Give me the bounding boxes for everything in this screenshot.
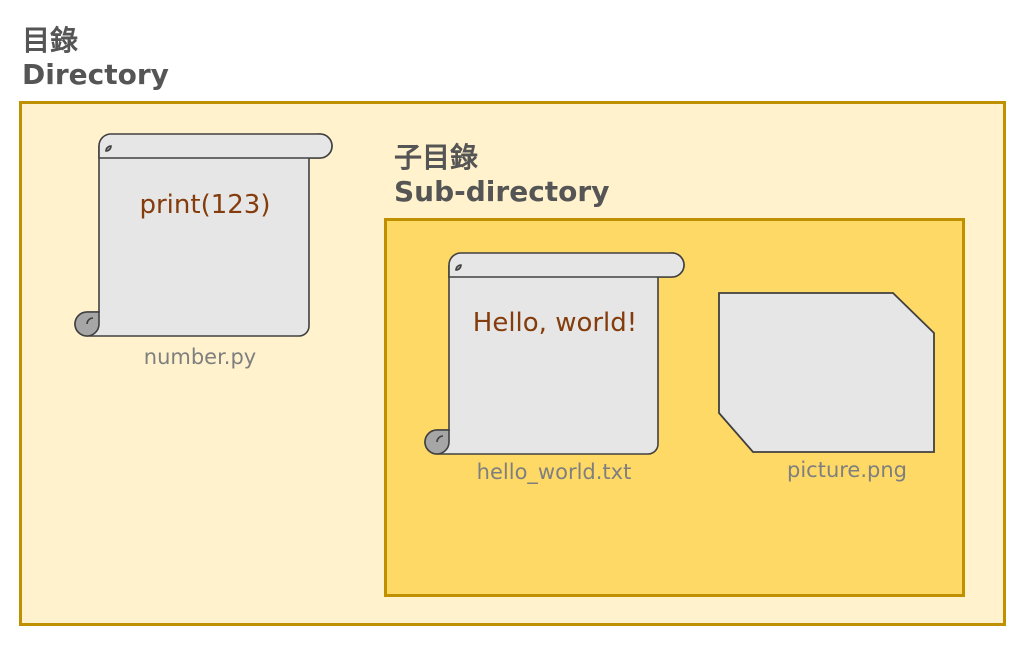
scroll-icon[interactable] bbox=[420, 250, 690, 458]
subdirectory-heading: 子目錄 Sub-directory bbox=[394, 141, 609, 209]
image-file-icon[interactable] bbox=[716, 291, 938, 456]
file-content-text: print(123) bbox=[139, 190, 271, 220]
directory-label-zh: 目錄 bbox=[22, 24, 79, 57]
file-name-label[interactable]: hello_world.txt bbox=[454, 460, 654, 484]
file-content-text: Hello, world! bbox=[472, 308, 638, 338]
directory-label-en: Directory bbox=[22, 58, 169, 91]
directory-heading: 目錄 Directory bbox=[22, 24, 169, 92]
file-name-label[interactable]: picture.png bbox=[747, 458, 947, 482]
scroll-icon[interactable] bbox=[70, 130, 340, 342]
subdirectory-label-en: Sub-directory bbox=[394, 175, 610, 208]
file-name-label[interactable]: number.py bbox=[100, 345, 300, 369]
subdirectory-label-zh: 子目錄 bbox=[394, 141, 479, 174]
